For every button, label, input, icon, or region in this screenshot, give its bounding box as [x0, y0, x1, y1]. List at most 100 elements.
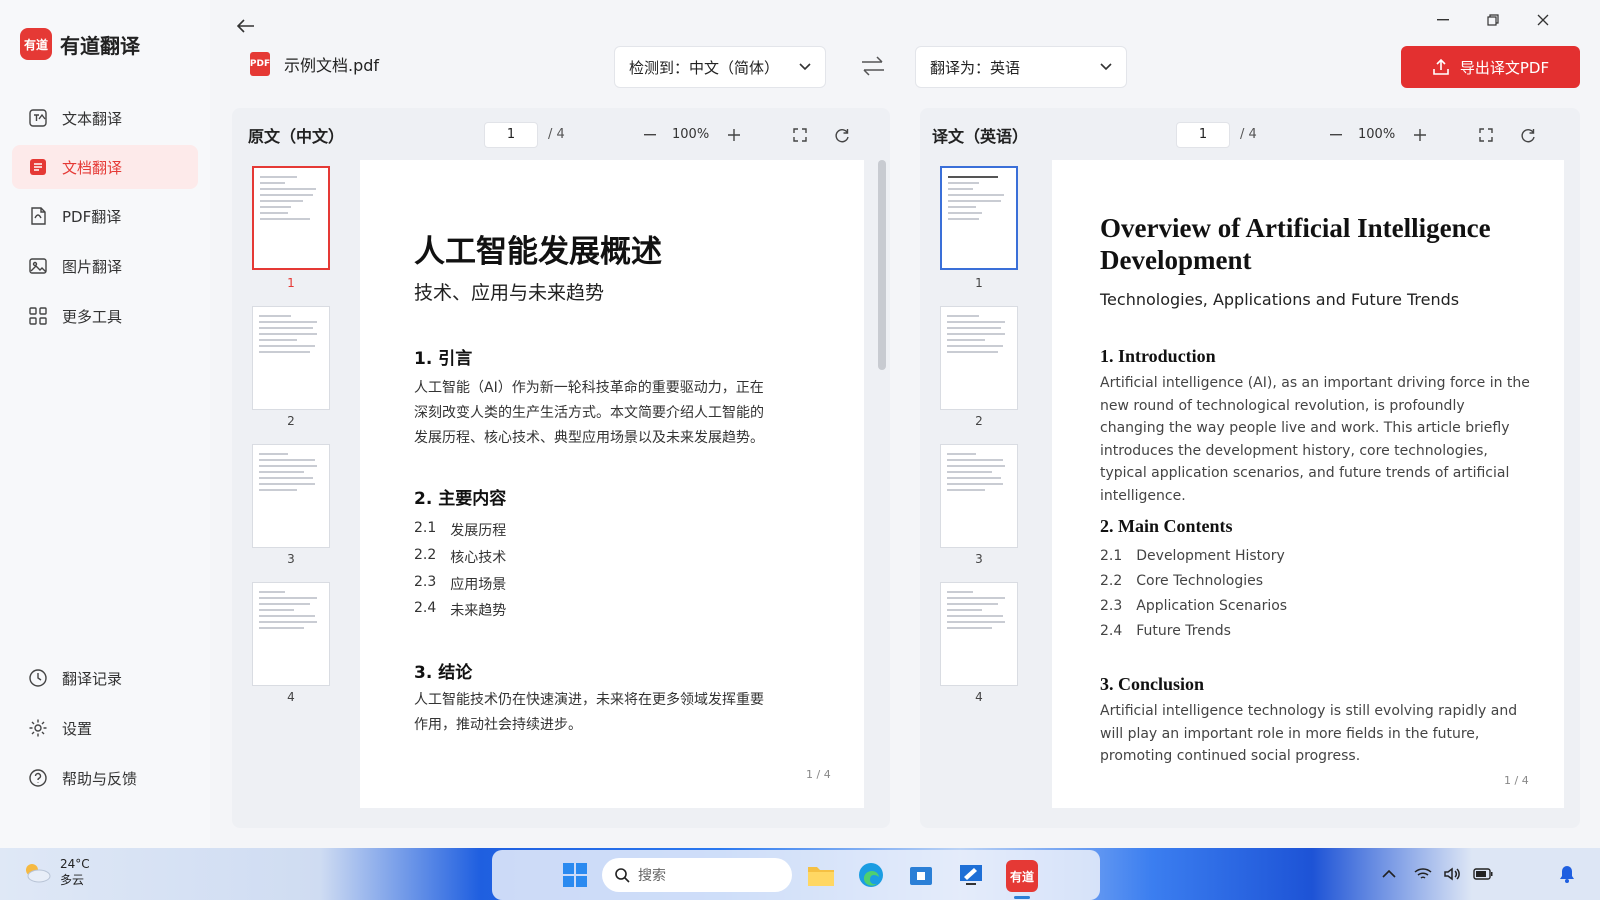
section-paragraph: 人工智能（AI）作为新一轮科技革命的重要驱动力，正在 深刻改变人类的生产生活方式… — [414, 380, 764, 446]
zoom-in-button[interactable] — [1410, 125, 1430, 145]
tray-overflow-button[interactable] — [1378, 864, 1400, 884]
volume-button[interactable] — [1442, 864, 1464, 884]
thumb-number: 1 — [975, 276, 983, 290]
source-thumb-4[interactable] — [252, 582, 330, 686]
sidebar-item-pdf-translate[interactable]: PDF翻译 — [12, 194, 198, 238]
battery-button[interactable] — [1472, 864, 1494, 884]
sidebar-item-settings[interactable]: 设置 — [12, 706, 198, 750]
weather-temp: 24°C — [60, 857, 90, 871]
chevron-up-icon — [1382, 870, 1396, 878]
taskbar-search[interactable]: 搜索 — [602, 858, 792, 892]
restore-button[interactable] — [1478, 10, 1508, 30]
back-button[interactable] — [232, 14, 260, 38]
pdf-file-icon: PDF — [250, 52, 270, 76]
battery-icon — [1473, 868, 1493, 880]
store-button[interactable] — [906, 860, 936, 890]
upload-icon — [1433, 58, 1449, 75]
close-icon — [1537, 14, 1549, 26]
youdao-taskbar-button[interactable]: 有道 — [1006, 860, 1038, 892]
weather-widget[interactable]: 24°C 多云 — [22, 856, 90, 888]
minimize-button[interactable] — [1428, 10, 1458, 30]
file-explorer-button[interactable] — [806, 860, 836, 890]
zoom-in-button[interactable] — [724, 125, 744, 145]
fit-page-button[interactable] — [1476, 125, 1496, 145]
sidebar-item-label: 文档翻译 — [62, 158, 123, 177]
clock-icon — [28, 668, 48, 688]
toc-item: 2.3 应用场景 — [414, 574, 507, 593]
main-area: PDF 示例文档.pdf 检测到：中文（简体） 翻译为：英语 导出译文PDF 原… — [210, 0, 1600, 848]
section-paragraph: Artificial intelligence technology is st… — [1100, 703, 1518, 764]
sidebar-item-document-translate[interactable]: 文档翻译 — [12, 145, 198, 189]
close-button[interactable] — [1528, 10, 1558, 30]
sidebar-item-help[interactable]: 帮助与反馈 — [12, 756, 198, 800]
source-zoom-level: 100% — [672, 127, 710, 142]
toc-item: 2.1 发展历程 — [414, 520, 507, 539]
target-thumbnails: 1 2 3 4 — [920, 160, 1038, 828]
zoom-out-button[interactable] — [640, 125, 660, 145]
notifications-button[interactable] — [1556, 864, 1578, 884]
sidebar-item-image-translate[interactable]: 图片翻译 — [12, 244, 198, 288]
source-language-label: 检测到：中文（简体） — [629, 58, 780, 77]
app-logo: 有道 有道翻译 — [20, 28, 140, 60]
chevron-down-icon — [799, 63, 811, 71]
sidebar-item-label: 文本翻译 — [62, 109, 123, 128]
target-page-input[interactable]: 1 — [1176, 122, 1230, 148]
source-thumb-2[interactable] — [252, 306, 330, 410]
sidebar: 有道 有道翻译 文本翻译 文档翻译 PDF翻译 图片翻译 更多工具 翻译记录 设… — [0, 0, 210, 848]
target-thumb-4[interactable] — [940, 582, 1018, 686]
export-label: 导出译文PDF — [1459, 58, 1550, 77]
thumb-number: 1 — [287, 276, 295, 290]
section-heading: 3. Conclusion — [1100, 674, 1205, 694]
section-heading: 2. 主要内容 — [414, 489, 507, 509]
edge-browser-button[interactable] — [856, 860, 886, 890]
source-thumb-1[interactable] — [252, 166, 330, 270]
target-thumb-2[interactable] — [940, 306, 1018, 410]
target-language-select[interactable]: 翻译为：英语 — [915, 46, 1127, 88]
thumb-number: 2 — [975, 414, 983, 428]
swap-icon — [862, 56, 884, 76]
source-page-input[interactable]: 1 — [484, 122, 538, 148]
pdf-icon — [28, 206, 48, 226]
target-page-total: / 4 — [1240, 127, 1257, 142]
source-thumbnails: 1 2 3 4 — [232, 160, 350, 828]
sidebar-item-more-tools[interactable]: 更多工具 — [12, 294, 198, 338]
wifi-button[interactable] — [1412, 864, 1434, 884]
active-app-indicator — [1014, 896, 1030, 899]
rotate-button[interactable] — [832, 125, 852, 145]
page-footer: 1 / 4 — [1504, 774, 1529, 787]
windows-icon — [563, 863, 587, 887]
source-page-total: / 4 — [548, 127, 565, 142]
source-thumb-3[interactable] — [252, 444, 330, 548]
export-pdf-button[interactable]: 导出译文PDF — [1401, 46, 1580, 88]
grid-icon — [28, 306, 48, 326]
toc-item: 2.4 Future Trends — [1100, 623, 1231, 639]
chevron-down-icon — [1100, 63, 1112, 71]
whiteboard-button[interactable] — [956, 860, 986, 890]
sidebar-item-label: PDF翻译 — [62, 207, 122, 226]
plus-icon — [728, 129, 740, 141]
target-thumb-1[interactable] — [940, 166, 1018, 270]
sidebar-item-history[interactable]: 翻译记录 — [12, 656, 198, 700]
minus-icon — [644, 134, 656, 136]
start-button[interactable] — [560, 860, 590, 890]
swap-languages-button[interactable] — [860, 55, 886, 79]
expand-icon — [793, 128, 807, 142]
fit-page-button[interactable] — [790, 125, 810, 145]
zoom-out-button[interactable] — [1326, 125, 1346, 145]
source-scrollbar[interactable] — [878, 160, 886, 370]
section-heading: 1. Introduction — [1100, 346, 1216, 366]
file-name: 示例文档.pdf — [284, 56, 380, 75]
thumb-number: 3 — [975, 552, 983, 566]
rotate-button[interactable] — [1518, 125, 1538, 145]
plus-icon — [1414, 129, 1426, 141]
target-thumb-3[interactable] — [940, 444, 1018, 548]
help-icon — [28, 768, 48, 788]
toc-item: 2.1 Development History — [1100, 548, 1285, 564]
sidebar-item-text-translate[interactable]: 文本翻译 — [12, 96, 198, 140]
toc-item: 2.2 Core Technologies — [1100, 573, 1264, 589]
source-language-select[interactable]: 检测到：中文（简体） — [614, 46, 826, 88]
document-title: Overview of Artificial Intelligence Deve… — [1100, 213, 1491, 275]
section-heading: 1. 引言 — [414, 349, 473, 369]
restore-icon — [1487, 14, 1499, 26]
target-panel: 译文（英语） 1 / 4 100% 1 2 3 4 Overview of Ar… — [920, 108, 1580, 828]
